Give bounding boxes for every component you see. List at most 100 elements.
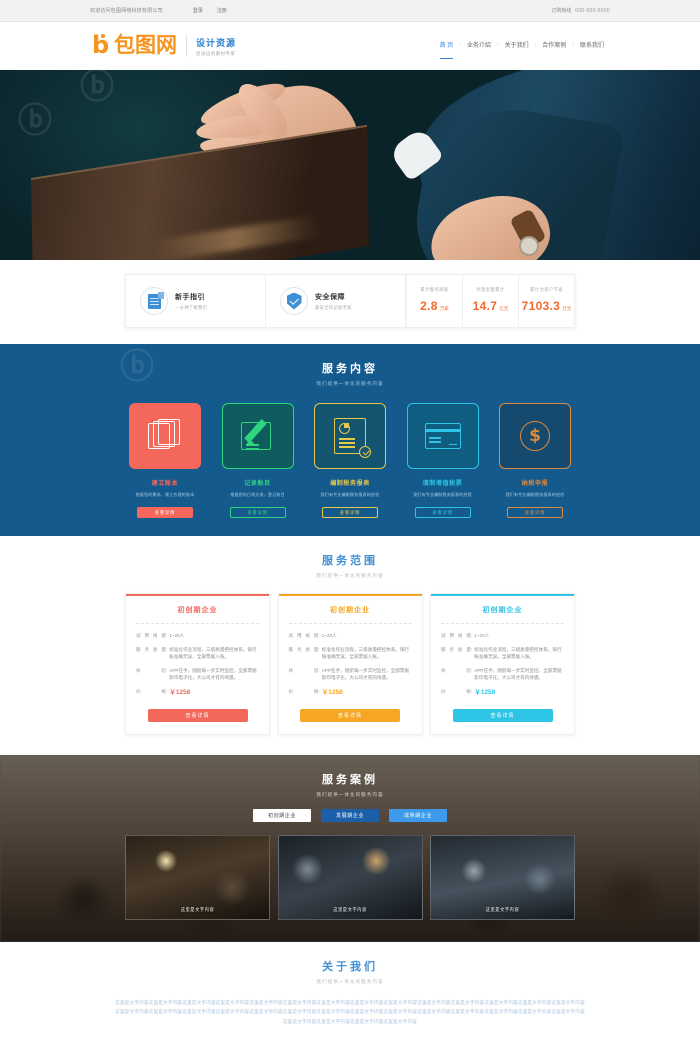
shield-check-icon (280, 287, 308, 315)
register-link[interactable]: 注册 (217, 7, 227, 14)
service-card-title: 纳税申报 (521, 481, 549, 487)
stat-value: 7103.3 (521, 299, 561, 313)
feature-subtitle: 一分钟了解我们 (175, 304, 208, 310)
plan-exp-label: 体验 (288, 667, 319, 673)
section-title: 服务案例 (322, 773, 378, 786)
feature-subtitle: 最安全的记账专家 (315, 304, 352, 310)
section-subtitle: 我们提供一体化的服务内容 (316, 978, 384, 984)
logo-b-icon: b (92, 31, 110, 59)
service-card-title: 填制增值税票 (422, 481, 463, 487)
section-title: 服务范围 (322, 555, 378, 567)
about-section: 关于我们 我们提供一体化的服务内容 这里是文字内容这里是文字内容这里是文字内容这… (0, 941, 700, 1041)
case-caption: 这里是文字内容 (333, 906, 367, 912)
plan-scale-label: 试用规模 (441, 633, 471, 638)
plan-title: 初创期企业 (330, 607, 370, 614)
tab-mature[interactable]: 成熟期企业 (389, 808, 447, 822)
hotline-label: 订购热线 (551, 8, 572, 14)
services-section: 服务内容 我们提供一体化的服务内容 建立账本 根据您的需求，建立合理的账本 查看… (0, 344, 700, 536)
cases-section: 服务案例 我们提供一体化的服务内容 初创期企业 发展期企业 成熟期企业 这里是文… (0, 754, 700, 942)
report-check-icon (314, 403, 386, 469)
stat-savings: 累计为客户节省 7103.3 万元 (518, 275, 574, 327)
feature-guide[interactable]: 新手指引 一分钟了解我们 (126, 275, 266, 327)
plan-exp-value: APP在手，随航每一步实时监控，全部票据影印电子化，大公司才有的待遇。 (474, 667, 562, 681)
plan-scale-label: 试用规模 (136, 633, 166, 638)
stat-label: 代理金额累计 (476, 287, 505, 292)
plan-price-value: ￥1258 (474, 688, 496, 696)
feature-security[interactable]: 安全保障 最安全的记账专家 (266, 275, 406, 327)
stat-value: 14.7 (472, 299, 498, 313)
service-card-title: 编制税务报表 (330, 481, 370, 487)
service-card-list: 建立账本 根据您的需求，建立合理的账本 查看详情 记录账目 根据您的日常交易，登… (125, 403, 575, 518)
stats-card: 新手指引 一分钟了解我们 安全保障 最安全的记账专家 累计服务商家 2.8 万家 … (125, 274, 575, 328)
scope-heading: 服务范围 我们提供一体化的服务内容 (0, 552, 700, 579)
plan-price-value: ￥1258 (321, 688, 343, 696)
service-detail-button[interactable]: 查看详情 (414, 507, 471, 518)
case-caption: 这里是文字内容 (485, 906, 520, 912)
nav-item-business[interactable]: 业务介绍 (461, 39, 497, 53)
plan-quality-value: 标准化作业流程，三级质量把控体系。银行账准确无误，全部票据入账。 (169, 646, 257, 660)
tab-growth[interactable]: 发展期企业 (321, 808, 379, 822)
service-detail-button[interactable]: 查看详情 (507, 507, 563, 518)
page-root: 欢迎访问包图网络科技有限公司 登录 注册 订购热线 000-000-0000 b… (0, 0, 700, 1041)
plan-detail-button[interactable]: 查看详情 (147, 708, 248, 722)
service-card[interactable]: 记录账目 根据您的日常交易，登记账目 查看详情 (218, 403, 298, 518)
site-header: b 包图网 设计资源 您身边的素材专家 首 页 / 业务介绍 / 关于我们 / … (0, 22, 700, 70)
plan-scale-value: 1~20人 (169, 633, 185, 638)
case-thumbnail[interactable]: 这里是文字内容 (125, 834, 270, 920)
section-subtitle: 我们提供一体化的服务内容 (316, 381, 384, 386)
site-logo[interactable]: b 包图网 (90, 33, 177, 59)
scope-section: 服务范围 我们提供一体化的服务内容 初创期企业 试用规模:1~20人 服务质量:… (0, 70, 700, 755)
case-thumbnail[interactable]: 这里是文字内容 (430, 834, 575, 920)
service-card-title: 记录账目 (244, 481, 271, 487)
login-link[interactable]: 登录 (193, 7, 203, 14)
pencil-note-icon (221, 403, 294, 469)
service-card[interactable]: $ 纳税申报 我们有专业编制税务报表的经验 查看详情 (495, 403, 575, 518)
plan-quality-value: 标准化作业流程，三级质量把控体系。银行账准确无误，全部票据入账。 (321, 646, 410, 660)
stat-unit: 亿元 (499, 306, 509, 311)
plan-quality-label: 服务质量 (441, 646, 471, 652)
plan-price-label: 价格 (288, 688, 319, 694)
hotline-number: 000-000-0000 (575, 7, 610, 14)
service-card[interactable]: 填制增值税票 我们有专业编制税务报表的经验 查看详情 (403, 403, 483, 518)
about-body-text: 这里是文字内容这里是文字内容这里是文字内容这里是文字内容这里是文字内容这里是文字… (115, 999, 585, 1024)
service-card[interactable]: 建立账本 根据您的需求，建立合理的账本 查看详情 (125, 403, 205, 518)
plan-price-value: ￥1258 (169, 688, 191, 696)
plan-list: 初创期企业 试用规模:1~20人 服务质量: 标准化作业流程，三级质量把控体系。银… (125, 593, 575, 735)
stat-unit: 万元 (562, 306, 572, 311)
plan-quality-label: 服务质量 (288, 646, 319, 652)
plan-card[interactable]: 初创期企业 试用规模:1~20人 服务质量: 标准化作业流程，三级质量把控体系。银… (277, 593, 423, 735)
service-detail-button[interactable]: 查看详情 (229, 507, 286, 518)
hero-banner: ⓑ (0, 70, 700, 260)
stat-merchants: 累计服务商家 2.8 万家 (406, 275, 462, 327)
nav-item-home[interactable]: 首 页 (434, 39, 460, 59)
plan-detail-button[interactable]: 查看详情 (452, 708, 553, 722)
section-subtitle: 我们提供一体化的服务内容 (316, 573, 384, 578)
case-gallery: 这里是文字内容 这里是文字内容 这里是文字内容 (125, 834, 575, 920)
logo-wordmark: 包图网 (114, 34, 177, 57)
nav-item-about[interactable]: 关于我们 (499, 39, 535, 53)
plan-exp-value: APP在手，随航每一步实时监控，全部票据影印电子化，大公司才有的待遇。 (169, 667, 257, 681)
service-card[interactable]: 编制税务报表 我们有专业编制税务报表的经验 查看详情 (310, 403, 390, 518)
plan-card[interactable]: 初创期企业 试用规模:1~20人 服务质量: 标准化作业流程，三级质量把控体系。银… (430, 593, 575, 735)
tab-startup[interactable]: 初创期企业 (253, 808, 311, 822)
service-detail-button[interactable]: 查看详情 (137, 507, 193, 518)
service-card-title: 建立账本 (151, 481, 179, 487)
plan-quality-value: 标准化作业流程，三级质量把控体系。银行账准确无误，全部票据入账。 (474, 646, 562, 660)
case-thumbnail[interactable]: 这里是文字内容 (277, 834, 423, 920)
plan-detail-button[interactable]: 查看详情 (300, 708, 400, 722)
feature-title: 新手指引 (175, 293, 205, 301)
case-tabs: 初创期企业 发展期企业 成熟期企业 (0, 808, 700, 822)
plan-scale-value: 1~20人 (321, 633, 337, 638)
nav-item-cases[interactable]: 合作案例 (536, 39, 572, 53)
plan-scale-label: 试用规模 (288, 633, 319, 638)
case-caption: 这里是文字内容 (180, 906, 215, 912)
service-card-desc: 我们有专业编制税务报表的经验 (320, 492, 380, 497)
stat-amount: 代理金额累计 14.7 亿元 (462, 275, 518, 327)
service-card-desc: 我们有专业编制税务报表的经验 (413, 492, 472, 497)
logo-slogan: 设计资源 您身边的素材专家 (196, 36, 236, 57)
invoice-icon (406, 403, 479, 469)
document-icon (140, 287, 168, 315)
nav-item-contact[interactable]: 联系我们 (574, 39, 610, 53)
plan-card[interactable]: 初创期企业 试用规模:1~20人 服务质量: 标准化作业流程，三级质量把控体系。银… (125, 593, 270, 735)
service-detail-button[interactable]: 查看详情 (322, 507, 378, 518)
